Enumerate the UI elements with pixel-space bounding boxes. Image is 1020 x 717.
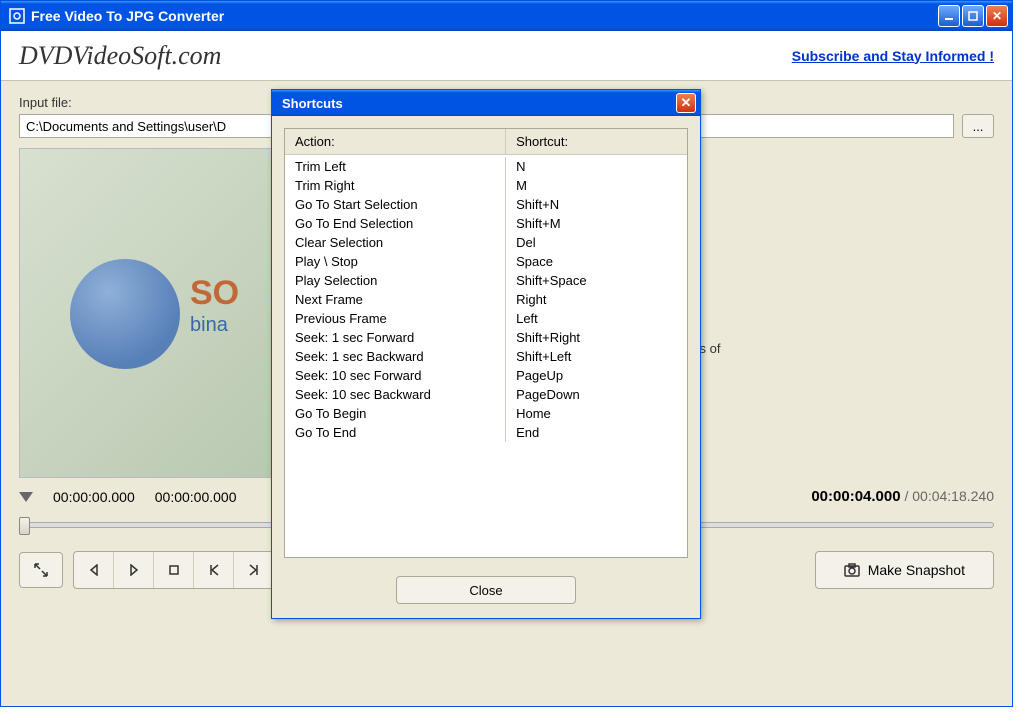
browse-button[interactable]: ... (962, 114, 994, 138)
shortcut-action: Trim Right (285, 176, 506, 195)
shortcut-key: M (506, 176, 687, 195)
dialog-close-button[interactable]: ✕ (676, 93, 696, 113)
shortcut-row[interactable]: Trim LeftN (285, 157, 687, 176)
shortcut-row[interactable]: Play SelectionShift+Space (285, 271, 687, 290)
preview-text-2: bina (190, 314, 228, 337)
shortcut-action: Trim Left (285, 157, 506, 176)
shortcut-row[interactable]: Clear SelectionDel (285, 233, 687, 252)
preview-graphic-icon (70, 259, 180, 369)
shortcuts-table: Action: Shortcut: Trim LeftNTrim RightMG… (284, 128, 688, 558)
preview-text-1: SO (190, 274, 239, 313)
video-preview: SO bina (19, 148, 289, 478)
shortcut-action: Seek: 10 sec Forward (285, 366, 506, 385)
stop-button[interactable] (154, 552, 194, 588)
shortcut-key: End (506, 423, 687, 442)
shortcut-row[interactable]: Seek: 10 sec ForwardPageUp (285, 366, 687, 385)
dialog-title: Shortcuts (282, 96, 343, 111)
shortcut-key: Shift+Space (506, 271, 687, 290)
shortcuts-dialog: Shortcuts ✕ Action: Shortcut: Trim LeftN… (271, 89, 701, 619)
shortcut-action: Play \ Stop (285, 252, 506, 271)
shortcut-row[interactable]: Go To Start SelectionShift+N (285, 195, 687, 214)
shortcut-key: Shift+N (506, 195, 687, 214)
shortcut-action: Go To End Selection (285, 214, 506, 233)
play-button[interactable] (114, 552, 154, 588)
brand-logo: DVDVideoSoft.com (19, 41, 221, 71)
shortcut-action: Seek: 1 sec Forward (285, 328, 506, 347)
expand-button[interactable] (19, 552, 63, 588)
shortcut-row[interactable]: Seek: 1 sec ForwardShift+Right (285, 328, 687, 347)
playback-controls (73, 551, 275, 589)
time-start: 00:00:00.000 (53, 489, 135, 505)
maximize-button[interactable] (962, 5, 984, 27)
shortcut-row[interactable]: Previous FrameLeft (285, 309, 687, 328)
shortcut-action: Previous Frame (285, 309, 506, 328)
shortcut-key: PageUp (506, 366, 687, 385)
shortcut-row[interactable]: Play \ StopSpace (285, 252, 687, 271)
shortcut-key: Shift+Left (506, 347, 687, 366)
shortcut-action: Clear Selection (285, 233, 506, 252)
shortcut-row[interactable]: Go To End SelectionShift+M (285, 214, 687, 233)
make-snapshot-button[interactable]: Make Snapshot (815, 551, 994, 589)
shortcut-key: Shift+M (506, 214, 687, 233)
close-button[interactable]: ✕ (986, 5, 1008, 27)
shortcut-action: Next Frame (285, 290, 506, 309)
shortcut-action: Seek: 1 sec Backward (285, 347, 506, 366)
shortcut-row[interactable]: Go To BeginHome (285, 404, 687, 423)
time-sep: / (904, 488, 908, 504)
time-mid: 00:00:00.000 (155, 489, 237, 505)
header: DVDVideoSoft.com Subscribe and Stay Info… (1, 31, 1012, 81)
shortcut-key: Shift+Right (506, 328, 687, 347)
column-header-action[interactable]: Action: (285, 129, 506, 154)
go-start-button[interactable] (194, 552, 234, 588)
shortcut-key: Right (506, 290, 687, 309)
dialog-titlebar[interactable]: Shortcuts ✕ (272, 90, 700, 116)
shortcut-row[interactable]: Seek: 1 sec BackwardShift+Left (285, 347, 687, 366)
minimize-button[interactable] (938, 5, 960, 27)
shortcut-key: Home (506, 404, 687, 423)
marker-icon (19, 492, 33, 502)
app-icon (9, 8, 25, 24)
shortcut-action: Go To End (285, 423, 506, 442)
shortcut-action: Go To Start Selection (285, 195, 506, 214)
shortcut-key: Left (506, 309, 687, 328)
shortcut-key: Del (506, 233, 687, 252)
shortcut-action: Seek: 10 sec Backward (285, 385, 506, 404)
shortcut-key: N (506, 157, 687, 176)
slider-thumb[interactable] (19, 517, 30, 535)
shortcut-row[interactable]: Seek: 10 sec BackwardPageDown (285, 385, 687, 404)
main-window: Free Video To JPG Converter ✕ DVDVideoSo… (0, 0, 1013, 707)
shortcut-row[interactable]: Trim RightM (285, 176, 687, 195)
camera-icon (844, 563, 860, 577)
shortcut-action: Play Selection (285, 271, 506, 290)
titlebar[interactable]: Free Video To JPG Converter ✕ (1, 1, 1012, 31)
prev-button[interactable] (74, 552, 114, 588)
go-end-button[interactable] (234, 552, 274, 588)
window-title: Free Video To JPG Converter (31, 8, 224, 24)
close-button[interactable]: Close (396, 576, 576, 604)
subscribe-link[interactable]: Subscribe and Stay Informed ! (792, 48, 994, 64)
shortcut-row[interactable]: Go To EndEnd (285, 423, 687, 442)
column-header-shortcut[interactable]: Shortcut: (506, 129, 687, 154)
shortcut-row[interactable]: Next FrameRight (285, 290, 687, 309)
shortcut-key: PageDown (506, 385, 687, 404)
shortcut-action: Go To Begin (285, 404, 506, 423)
time-total: 00:04:18.240 (912, 488, 994, 504)
time-current: 00:00:04.000 (811, 488, 900, 505)
snapshot-label: Make Snapshot (868, 562, 965, 578)
shortcut-key: Space (506, 252, 687, 271)
